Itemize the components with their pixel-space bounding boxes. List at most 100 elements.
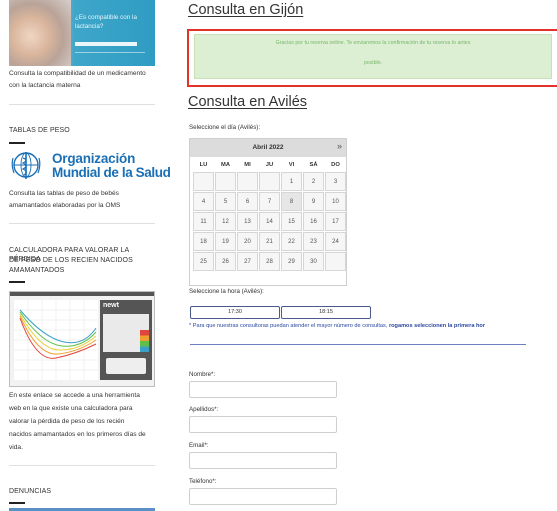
confirmation-line-1: Gracias por tu reserva online. Te enviar…: [275, 40, 471, 46]
thumbnail-side-panel: newt: [100, 300, 152, 380]
confirmation-alert-highlight: Gracias por tu reserva online. Te enviar…: [187, 29, 557, 87]
consulta-aviles-title: Consulta en Avilés: [188, 94, 308, 110]
consulta-gijon-title: Consulta en Gijón: [188, 2, 304, 18]
main-content: Consulta en Gijón Gracias por tu reserva…: [175, 0, 557, 511]
calendar-day[interactable]: 1: [281, 172, 302, 191]
oms-logo-line-1: Organización: [52, 151, 136, 166]
calendar-day[interactable]: 3: [325, 172, 346, 191]
select-day-label: Seleccione el día (Avilés):: [189, 124, 261, 131]
sidebar-divider: [9, 223, 155, 224]
calendar-day[interactable]: 11: [193, 212, 214, 231]
calculadora-text-line-1: En este enlace se accede a una herramien…: [9, 392, 140, 399]
sidebar: ¿Es compatible con la lactancia? Consult…: [0, 0, 171, 511]
next-month-icon[interactable]: »: [337, 142, 342, 151]
calculadora-heading-line-3: AMAMANTADOS: [9, 267, 65, 274]
calendar-day[interactable]: 12: [215, 212, 236, 231]
calendar-day[interactable]: 20: [237, 232, 258, 251]
calendar-day[interactable]: 5: [215, 192, 236, 211]
heading-underline: [9, 281, 25, 283]
priority-note: * Para que nuestras consultoras puedan a…: [189, 323, 485, 329]
calendar-day[interactable]: 15: [281, 212, 302, 231]
weekday-header: MI: [244, 162, 251, 168]
calendar-day[interactable]: 26: [215, 252, 236, 271]
calendar-day[interactable]: 19: [215, 232, 236, 251]
weekday-header: JU: [265, 162, 274, 168]
sidebar-divider: [9, 465, 155, 466]
nombre-input[interactable]: [189, 381, 337, 398]
heading-underline: [9, 502, 25, 504]
form-divider: [190, 344, 526, 345]
lactancia-text-line-1: Consulta la compatibilidad de un medicam…: [9, 70, 146, 77]
calculadora-heading-line-2: DE PESO DE LOS RECIEN NACIDOS: [9, 257, 133, 264]
denuncias-heading: DENUNCIAS: [9, 488, 52, 495]
baby-photo: [9, 0, 71, 66]
calendar-header: Abril 2022 »: [190, 139, 346, 157]
calendar-day[interactable]: 27: [237, 252, 258, 271]
promo-line-1: ¿Es compatible con la: [75, 14, 137, 21]
calendar-day[interactable]: 16: [303, 212, 324, 231]
telefono-label: Teléfono*:: [189, 478, 217, 485]
calendar-empty-cell: [215, 172, 236, 191]
calendar-day[interactable]: 14: [259, 212, 280, 231]
calendar-day[interactable]: 17: [325, 212, 346, 231]
tablas-text-line-2: amamantados elaboradas por la OMS: [9, 202, 121, 209]
calendar-day[interactable]: 29: [281, 252, 302, 271]
select-time-label: Seleccione la hora (Avilés):: [189, 288, 264, 295]
weekday-header: LU: [199, 162, 208, 168]
calendar-empty-cell: [193, 172, 214, 191]
confirmation-message: Gracias por tu reserva online. Te enviar…: [194, 34, 552, 79]
calendar-day[interactable]: 24: [325, 232, 346, 251]
promo-search-bar: [75, 42, 137, 46]
calendar-day[interactable]: 7: [259, 192, 280, 211]
lactancia-text-line-2: con la lactancia materna: [9, 82, 81, 89]
apellidos-label: Apellidos*:: [189, 406, 219, 413]
promo-fine-print: [75, 52, 145, 59]
time-slot-1730-button[interactable]: 17:30: [190, 306, 280, 319]
calculadora-text-line-5: vida.: [9, 444, 23, 451]
oms-logo[interactable]: Organización Mundial de la Salud: [9, 148, 171, 182]
calendar-day[interactable]: 23: [303, 232, 324, 251]
weekday-header: VI: [288, 162, 295, 168]
heading-underline: [9, 142, 25, 144]
calendar-day[interactable]: 2: [303, 172, 324, 191]
calculadora-text-line-4: nacidos amamantados en los primeros días…: [9, 431, 146, 438]
thumbnail-topbar: [10, 292, 154, 296]
calendar-day[interactable]: 13: [237, 212, 258, 231]
telefono-input[interactable]: [189, 488, 337, 505]
calendar-day[interactable]: 22: [281, 232, 302, 251]
note-bold: rogamos seleccionen la primera hor: [388, 323, 486, 329]
calendar-day[interactable]: 4: [193, 192, 214, 211]
calendar-day[interactable]: 25: [193, 252, 214, 271]
time-slot-1815-button[interactable]: 18:15: [281, 306, 371, 319]
confirmation-line-2: posible.: [363, 60, 383, 66]
newt-calculator-thumbnail[interactable]: newt: [9, 291, 155, 387]
thumbnail-chart-area: [14, 300, 98, 380]
tablas-text-line-1: Consulta las tablas de peso de bebés: [9, 190, 119, 197]
calendar-empty-cell: [259, 172, 280, 191]
calendar-day[interactable]: 28: [259, 252, 280, 271]
thumbnail-logo: [106, 358, 146, 374]
email-label: Email*:: [189, 442, 209, 449]
calendar-empty-cell: [325, 252, 346, 271]
promo-line-2: lactancia?: [75, 23, 104, 30]
lactancia-promo-image[interactable]: ¿Es compatible con la lactancia?: [9, 0, 155, 66]
weekday-header: DO: [331, 162, 340, 168]
apellidos-input[interactable]: [189, 416, 337, 433]
oms-logo-line-2: Mundial de la Salud: [52, 165, 171, 180]
calendar-day[interactable]: 10: [325, 192, 346, 211]
email-input[interactable]: [189, 452, 337, 469]
calendar-day[interactable]: 9: [303, 192, 324, 211]
calendar-day[interactable]: 8: [281, 192, 302, 211]
newt-app-title: newt: [103, 302, 119, 309]
calendar-day[interactable]: 6: [237, 192, 258, 211]
thumbnail-legend-colors: [140, 330, 149, 352]
sidebar-divider: [9, 104, 155, 105]
who-emblem-icon: [11, 150, 41, 180]
calendar-day[interactable]: 21: [259, 232, 280, 251]
calendar-month-label: Abril 2022: [252, 144, 284, 151]
note-prefix: * Para que nuestras consultoras puedan a…: [189, 323, 389, 329]
calendar-day[interactable]: 30: [303, 252, 324, 271]
calendar-day[interactable]: 18: [193, 232, 214, 251]
calendar-empty-cell: [237, 172, 258, 191]
calculadora-text-line-3: valorar la pérdida de peso de los recién: [9, 418, 125, 425]
